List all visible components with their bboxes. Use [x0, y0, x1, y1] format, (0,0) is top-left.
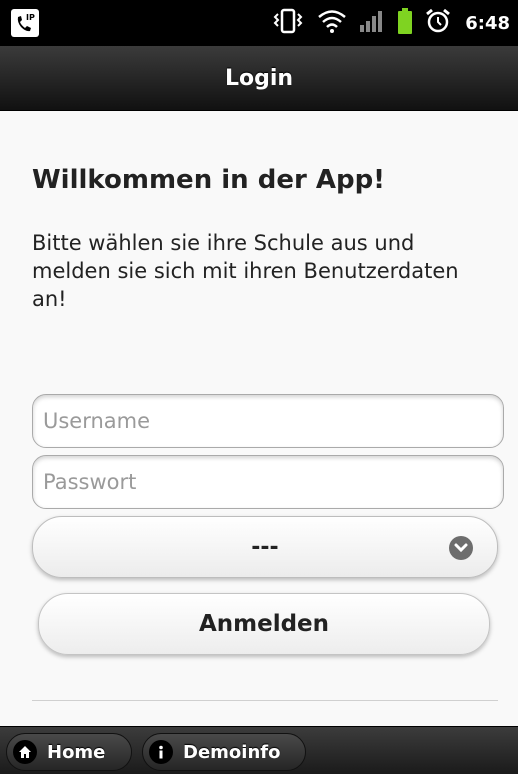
tab-demoinfo[interactable]: Demoinfo	[142, 733, 306, 771]
vpn-ip-icon: IP	[10, 8, 40, 38]
page-title: Login	[224, 65, 294, 91]
home-icon	[13, 740, 37, 764]
svg-text:IP: IP	[26, 13, 35, 22]
vibrate-icon	[271, 7, 305, 39]
status-bar: IP 6:48	[0, 0, 518, 46]
status-time: 6:48	[465, 12, 510, 34]
login-screen: IP 6:48 Login Willkommen in der App! Bit…	[0, 0, 518, 774]
alarm-icon	[425, 8, 451, 38]
signal-icon	[359, 9, 385, 37]
login-content: Willkommen in der App! Bitte wählen sie …	[0, 111, 518, 726]
battery-icon	[397, 7, 413, 39]
password-field[interactable]	[32, 455, 504, 509]
info-icon	[149, 740, 173, 764]
chevron-down-icon	[449, 536, 473, 560]
header-bar: Login	[0, 46, 518, 111]
status-icons: 6:48	[271, 8, 510, 38]
divider	[32, 700, 498, 701]
welcome-heading: Willkommen in der App!	[32, 165, 386, 195]
tab-demoinfo-label: Demoinfo	[183, 741, 281, 763]
username-field[interactable]	[32, 394, 504, 448]
school-select[interactable]: ---	[32, 516, 498, 578]
login-button[interactable]: Anmelden	[38, 593, 490, 655]
footer-bar: Home Demoinfo	[0, 726, 518, 774]
login-button-label: Anmelden	[198, 611, 330, 637]
school-select-value: ---	[251, 534, 279, 560]
intro-text: Bitte wählen sie ihre Schule aus und mel…	[32, 231, 459, 311]
wifi-icon	[317, 8, 347, 38]
tab-home-label: Home	[47, 741, 106, 763]
tab-home[interactable]: Home	[6, 733, 132, 771]
